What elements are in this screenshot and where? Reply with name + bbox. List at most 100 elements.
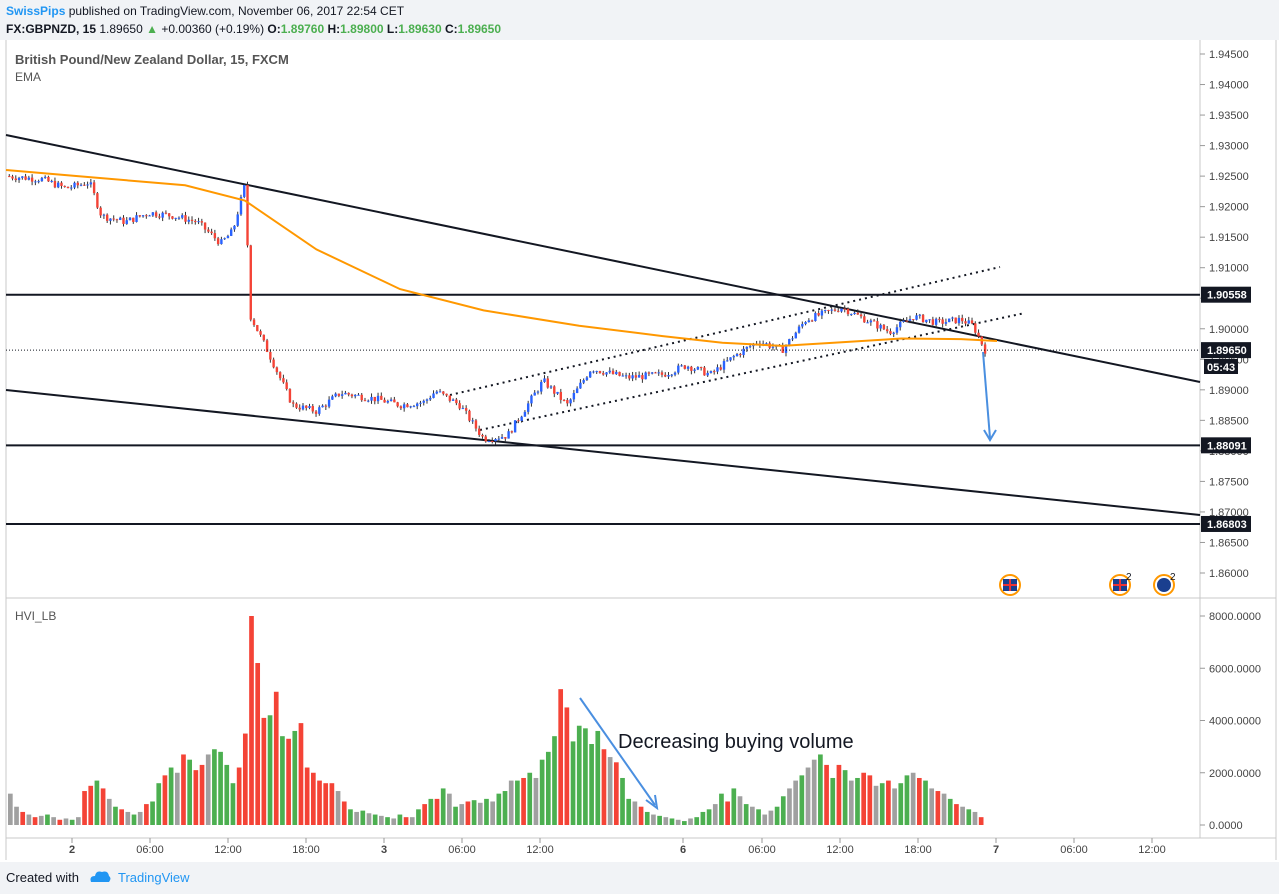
candle-body <box>216 238 220 245</box>
candle-body <box>650 372 654 374</box>
candle-body <box>559 391 563 400</box>
candle-body <box>690 366 693 371</box>
candle-body <box>814 313 817 321</box>
volume-bar <box>298 723 304 825</box>
volume-bar <box>700 811 706 825</box>
chart-header: SwissPips published on TradingView.com, … <box>0 0 1279 40</box>
candle-body <box>79 184 83 186</box>
candle-body <box>624 375 628 377</box>
volume-bar <box>842 770 848 825</box>
candle-body <box>853 312 856 315</box>
candle-body <box>837 310 840 312</box>
candle-body <box>543 378 546 382</box>
candle-body <box>154 212 158 217</box>
candle-body <box>892 332 895 334</box>
candle-body <box>119 217 122 220</box>
volume-legend[interactable]: HVI_LB <box>15 609 56 623</box>
candle-body <box>947 318 951 323</box>
volume-bar <box>94 780 100 825</box>
candle-body <box>810 320 814 322</box>
candle-body <box>598 371 602 374</box>
candle-body <box>709 371 713 373</box>
candle-body <box>504 437 507 439</box>
candle-body <box>938 318 941 320</box>
candle-body <box>181 215 184 218</box>
candle-body <box>412 406 416 408</box>
candle-body <box>220 239 223 245</box>
candle-body <box>791 338 794 340</box>
time-tick-label: 12:00 <box>1138 844 1166 856</box>
volume-bar <box>261 717 267 825</box>
candle-body <box>699 366 703 368</box>
chart-canvas[interactable]: 1.94500 1.94000 1.93500 1.93000 1.92500 1.920… <box>0 40 1279 862</box>
volume-bar <box>144 804 149 825</box>
candle-body <box>974 323 977 333</box>
time-tick-label: 3 <box>381 844 387 856</box>
candle-body <box>70 187 73 189</box>
volume-bar <box>533 777 539 825</box>
candle-body <box>295 403 298 408</box>
candle-body <box>961 317 964 322</box>
volume-bar <box>607 757 613 825</box>
candle-body <box>895 327 899 333</box>
candle-body <box>507 431 510 439</box>
volume-tick-label: 8000.0000 <box>1209 611 1261 623</box>
candle-body <box>337 393 341 396</box>
price-label-text: 1.89650 <box>1207 345 1247 357</box>
low-label: L: <box>386 22 399 36</box>
volume-bar <box>725 801 730 825</box>
candle-body <box>931 319 935 325</box>
candle-body <box>135 215 138 222</box>
author-name[interactable]: SwissPips <box>6 4 65 18</box>
candle-body <box>954 317 957 324</box>
volume-bar <box>644 811 650 825</box>
candle-body <box>122 217 125 224</box>
candle-body <box>236 214 239 226</box>
candle-body <box>592 371 595 373</box>
candle-body <box>850 314 853 316</box>
candle-body <box>73 182 76 188</box>
candle-body <box>66 186 70 189</box>
candle-body <box>158 216 161 218</box>
candle-body <box>497 438 501 440</box>
tradingview-brand[interactable]: TradingView <box>118 870 190 885</box>
candle-body <box>882 324 886 330</box>
candle-body <box>148 215 151 217</box>
price-tick-label: 1.89000 <box>1209 385 1249 397</box>
ema-legend[interactable]: EMA <box>15 70 41 84</box>
candle-body <box>354 394 357 397</box>
candle-body <box>608 370 611 373</box>
candle-body <box>229 229 233 236</box>
high-label: H: <box>327 22 341 36</box>
candle-body <box>605 372 608 375</box>
volume-bar <box>137 811 143 825</box>
candle-body <box>683 365 687 369</box>
candle-body <box>138 215 142 217</box>
volume-bar <box>88 785 94 825</box>
candle-body <box>21 176 24 178</box>
volume-bar <box>434 798 440 825</box>
candle-body <box>575 388 579 393</box>
candle-body <box>569 399 572 404</box>
candle-body <box>207 229 210 232</box>
candle-body <box>885 329 889 332</box>
volume-bar <box>168 767 174 825</box>
volume-bar <box>947 798 953 825</box>
candle-body <box>729 357 732 361</box>
candle-body <box>50 180 53 182</box>
price-tick-label: 1.94500 <box>1209 49 1249 61</box>
candle-body <box>184 215 187 222</box>
uk-flag-icon[interactable] <box>999 574 1021 596</box>
volume-bar <box>731 788 737 825</box>
svg-text:2: 2 <box>1170 572 1176 583</box>
candle-body <box>602 373 605 375</box>
volume-bar <box>205 754 211 825</box>
volume-bar <box>879 783 885 825</box>
volume-bar <box>490 801 495 825</box>
candle-body <box>324 405 328 407</box>
candle-body <box>112 218 115 220</box>
volume-bar <box>558 689 564 825</box>
volume-bar <box>799 775 805 825</box>
candle-body <box>735 354 739 357</box>
volume-bar <box>193 770 199 825</box>
